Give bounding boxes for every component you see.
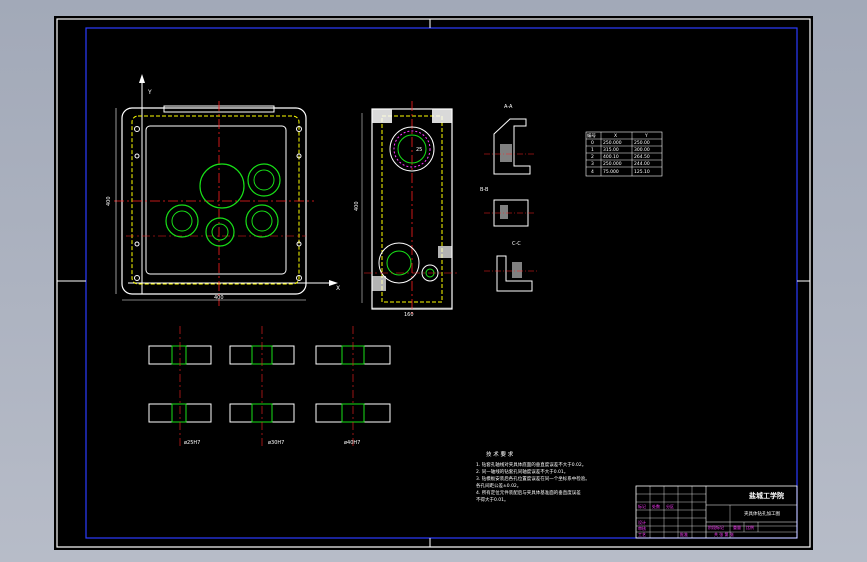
svg-text:分区: 分区 [666,503,674,509]
cad-viewport[interactable]: Y X 400 400 25 400 160 A-A B-B C-C ø25H7… [0,0,867,562]
svg-text:技 术 要 求: 技 术 要 求 [486,450,514,458]
svg-text:ø40H7: ø40H7 [344,440,360,446]
svg-text:400.10: 400.10 [603,154,619,160]
svg-text:2. 同一轴线的钻套孔同轴度误差不大于0.01。: 2. 同一轴线的钻套孔同轴度误差不大于0.01。 [476,468,568,475]
technical-notes: 技 术 要 求 1. 钻套孔轴线对夹具体底面的垂直度误差不大于0.02。 2. … [476,450,590,503]
x-axis-label: X [336,285,340,292]
drawing-canvas[interactable]: Y X 400 400 25 400 160 A-A B-B C-C ø25H7… [54,16,813,550]
y-axis-label: Y [147,89,152,96]
svg-text:1. 钻套孔轴线对夹具体底面的垂直度误差不大于0.02。: 1. 钻套孔轴线对夹具体底面的垂直度误差不大于0.02。 [476,461,586,468]
svg-text:3: 3 [591,161,594,167]
svg-text:ø25H7: ø25H7 [184,440,200,446]
svg-text:ø30H7: ø30H7 [268,440,284,446]
title-block: 盐城工学院 夹具体钻孔加工图 标记 处数 分区 设计 审核 工艺 批准 阶段标记… [635,485,798,539]
svg-text:2: 2 [591,154,594,160]
svg-text:400: 400 [214,295,224,301]
svg-text:不得大于0.01。: 不得大于0.01。 [476,496,509,503]
svg-text:400: 400 [106,196,112,206]
svg-text:1: 1 [591,147,594,153]
section-views: A-A B-B C-C [480,104,538,292]
svg-text:工艺: 工艺 [638,532,646,537]
svg-text:4: 4 [591,169,594,175]
school-name: 盐城工学院 [749,491,784,500]
svg-text:Y: Y [644,133,648,139]
svg-text:共 张 第 张: 共 张 第 张 [714,531,734,537]
svg-text:批准: 批准 [680,531,688,537]
svg-text:250.000: 250.000 [603,140,622,146]
svg-text:250.000: 250.000 [603,161,622,167]
section-label-bb: B-B [480,187,489,193]
svg-text:315.00: 315.00 [603,147,619,153]
svg-text:3. 钻模板安装后各孔位置度误差在同一个坐标系中检验。: 3. 钻模板安装后各孔位置度误差在同一个坐标系中检验。 [476,475,590,482]
main-plate-view: Y X 400 400 [106,74,340,306]
section-label-aa: A-A [504,104,513,110]
svg-text:250.00: 250.00 [634,140,650,146]
coord-table: 编号 X Y 0 250.000 250.00 1 315.00 300.00 … [585,131,663,177]
svg-text:阶段标记: 阶段标记 [708,524,724,530]
section-label-cc: C-C [512,241,521,247]
cad-drawing: Y X 400 400 25 400 160 A-A B-B C-C ø25H7… [56,18,811,548]
svg-text:4. 所有定位元件装配后与夹具体基准面的垂直度误差: 4. 所有定位元件装配后与夹具体基准面的垂直度误差 [476,489,581,496]
drawing-name: 夹具体钻孔加工图 [744,510,780,517]
svg-text:300.00: 300.00 [634,147,650,153]
svg-text:0: 0 [591,140,594,146]
svg-text:264.50: 264.50 [634,154,650,160]
center-circle-label: 25 [416,147,422,153]
svg-text:设计: 设计 [638,519,646,525]
svg-text:160: 160 [404,312,414,318]
svg-text:X: X [614,133,617,139]
svg-text:处数: 处数 [652,503,660,509]
svg-text:编号: 编号 [587,132,596,139]
svg-text:各孔间距公差±0.02。: 各孔间距公差±0.02。 [476,482,521,489]
svg-text:标记: 标记 [638,503,646,509]
svg-text:比例: 比例 [746,524,754,530]
svg-text:75.000: 75.000 [603,169,619,175]
svg-text:400: 400 [354,201,360,211]
svg-text:审核: 审核 [638,525,646,531]
svg-text:重量: 重量 [733,524,741,530]
middle-view: 25 400 160 [354,101,459,318]
svg-text:244.00: 244.00 [634,161,650,167]
bottom-sections: ø25H7 ø30H7 ø40H7 [148,326,391,446]
svg-text:125.10: 125.10 [634,169,650,175]
